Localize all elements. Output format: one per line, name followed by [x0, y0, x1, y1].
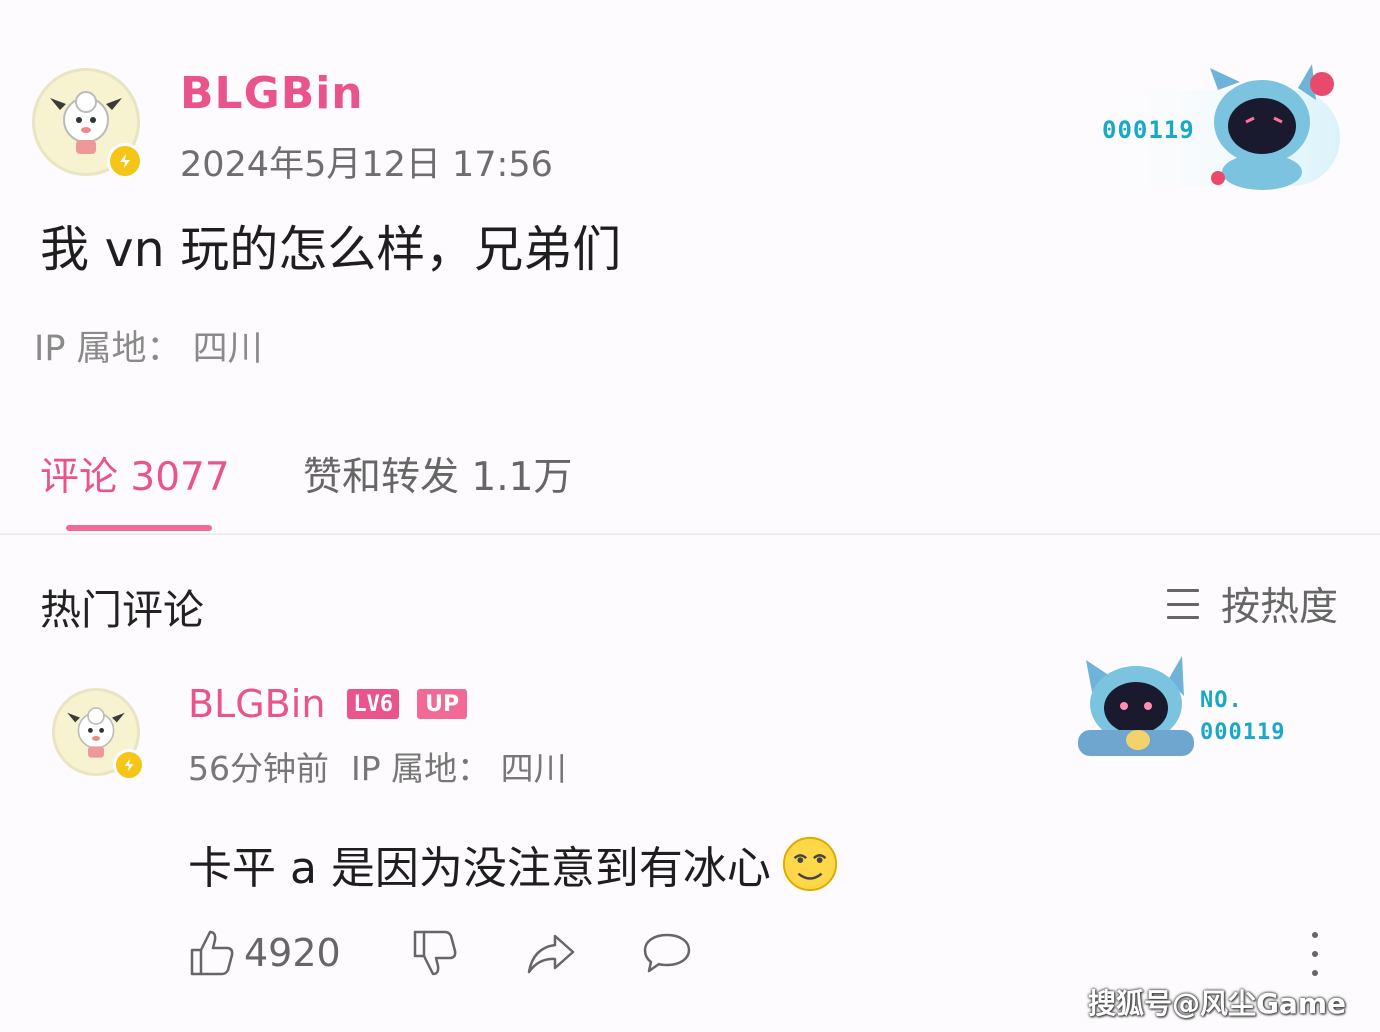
- thumbs-up-icon: [190, 930, 234, 976]
- verified-badge-icon: [113, 749, 145, 781]
- reply-button[interactable]: [641, 931, 693, 975]
- comment-meta: 56分钟前 IP 属地： 四川: [188, 742, 567, 790]
- watermark: 搜狐号@风尘Game: [1087, 987, 1346, 1020]
- thumbs-down-icon: [413, 930, 457, 976]
- share-button[interactable]: [525, 930, 577, 976]
- sort-lines-icon: [1166, 589, 1203, 619]
- comment-author-row: BLGBin LV6 UP: [188, 682, 468, 726]
- tab-likes-reposts[interactable]: 赞和转发 1.1万: [303, 446, 572, 502]
- sort-label: 按热度: [1220, 585, 1338, 630]
- comment-text: 卡平 a 是因为没注意到有冰心: [188, 843, 771, 894]
- section-divider: [0, 533, 1380, 535]
- fan-card-number: 000119: [1200, 720, 1286, 745]
- comment-author-name[interactable]: BLGBin: [188, 682, 325, 726]
- share-icon: [527, 934, 574, 974]
- post-ip-location: IP 属地： 四川: [34, 329, 263, 369]
- more-dots-icon: [1312, 932, 1318, 938]
- fan-card-number: 000119: [1102, 116, 1195, 144]
- sort-by-hot-button[interactable]: 按热度: [1166, 576, 1338, 632]
- fan-card-no-label: NO.: [1200, 688, 1243, 713]
- level-badge: LV6: [347, 689, 400, 719]
- tab-comments[interactable]: 评论 3077: [40, 446, 230, 502]
- post-author-avatar[interactable]: [32, 68, 143, 179]
- post-timestamp: 2024年5月12日 17:56: [180, 145, 553, 185]
- like-count: 4920: [244, 931, 341, 975]
- smirk-emoji-icon: [782, 836, 838, 892]
- verified-badge-icon: [107, 143, 143, 179]
- comment-bubble-icon: [643, 933, 690, 973]
- hot-comments-title: 热门评论: [40, 586, 204, 634]
- comment-text-row: 卡平 a 是因为没注意到有冰心: [188, 832, 839, 896]
- comment-ip-location: IP 属地： 四川: [351, 749, 567, 788]
- like-button[interactable]: 4920: [188, 928, 341, 978]
- fan-card-cat-icon: [1078, 656, 1194, 756]
- up-badge: UP: [417, 689, 468, 719]
- more-options-button[interactable]: [1300, 932, 1330, 976]
- post-author-name[interactable]: BLGBin: [180, 68, 364, 119]
- active-tab-indicator: [66, 525, 212, 531]
- post-content: 我 vn 玩的怎么样，兄弟们: [40, 221, 622, 278]
- fan-card-badge[interactable]: 000119: [1090, 60, 1350, 200]
- comment-author-avatar[interactable]: [52, 688, 145, 781]
- comment-action-bar: 4920: [188, 928, 693, 978]
- comment-fan-card-badge[interactable]: NO. 000119: [1072, 652, 1312, 762]
- comment-time: 56分钟前: [188, 749, 329, 788]
- dislike-button[interactable]: [411, 928, 459, 978]
